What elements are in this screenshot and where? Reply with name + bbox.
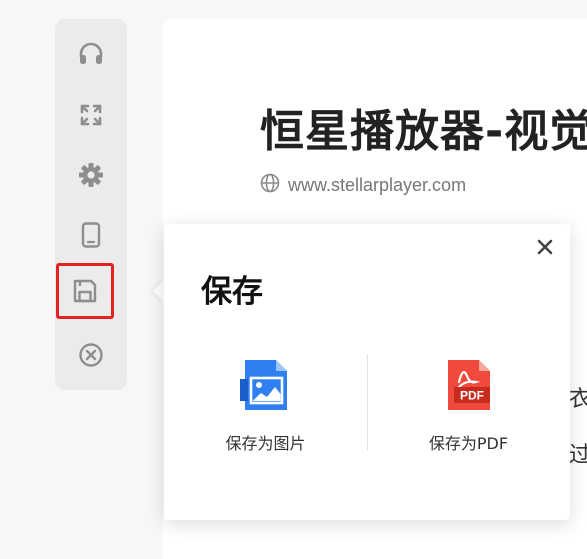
app-stage: 恒星播放器-视觉革 www.stellarplayer.com 衣 过 [0,0,587,559]
headphones-icon [78,42,104,66]
settings-button[interactable] [55,145,127,205]
side-toolbar [55,19,127,390]
article-body-text: 过 [569,443,587,468]
article-title: 恒星播放器-视觉革 [260,106,587,157]
close-icon [537,239,553,259]
popup-close-button[interactable] [534,238,556,260]
close-player-button[interactable] [55,325,127,385]
fullscreen-button[interactable] [55,85,127,145]
image-file-icon [239,358,293,416]
popup-title: 保存 [201,274,263,310]
article-url: www.stellarplayer.com [288,175,467,195]
save-as-image-label: 保存为图片 [225,434,306,453]
save-as-pdf-label: 保存为PDF [428,434,509,453]
save-icon [72,278,98,304]
save-options: 保存为图片 PDF 保存为PDF [164,354,570,454]
save-as-image-option[interactable]: 保存为图片 [164,354,367,454]
pdf-file-icon: PDF [442,358,496,416]
svg-text:PDF: PDF [460,389,484,403]
save-button[interactable] [56,263,114,319]
phone-icon [81,222,101,248]
audio-button[interactable] [55,24,127,84]
article-body-text: 衣 [569,387,587,412]
mobile-button[interactable] [55,205,127,265]
save-popup: 保存 保存为图片 PDF 保存为PDF [164,224,570,520]
globe-icon [260,173,280,198]
gear-icon [78,162,104,188]
close-circle-icon [78,342,104,368]
article-source[interactable]: www.stellarplayer.com [260,173,466,198]
save-as-pdf-option[interactable]: PDF 保存为PDF [367,354,570,454]
expand-icon [79,103,103,127]
